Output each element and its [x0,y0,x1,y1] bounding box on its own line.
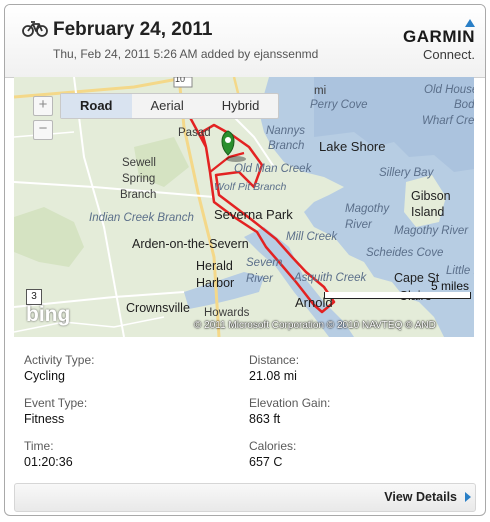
event-type-label: Event Type: [24,396,88,410]
map-label-wharf-creek: Wharf Creek [422,115,474,127]
activity-card: February 24, 2011 Thu, Feb 24, 2011 5:26… [4,4,486,516]
map-label-magothy-river: Magothy River [394,225,469,237]
garmin-triangle-icon [465,19,475,27]
map-label-branch: Branch [120,189,157,201]
card-footer: View Details [14,483,476,512]
map-label-river-2: River [345,219,372,231]
time-label: Time: [24,439,54,453]
map-view-tabs: Road Aerial Hybrid [60,93,280,119]
activity-stats: Activity Type: Cycling Event Type: Fitne… [5,343,485,483]
map-label-river: River [246,273,273,285]
logo-brand: GARMIN [403,27,475,46]
map-label-magothy: Magothy [345,203,390,215]
elevation-gain-value: 863 ft [249,412,281,426]
bicycle-icon [22,21,48,37]
time-value: 01:20:36 [24,455,73,469]
map-label-mi: mi [314,85,327,97]
distance-label: Distance: [249,353,300,367]
map-label-severn: Severn [246,257,283,269]
tab-aerial[interactable]: Aerial [132,94,203,118]
map-label-perry-cove: Perry Cove [310,99,368,111]
tab-road[interactable]: Road [61,94,132,118]
distance-value: 21.08 mi [249,369,297,383]
route-number-label: 10 [175,77,186,84]
map-label-old-man-creek: Old Man Creek [234,163,312,175]
map-label-wolf-pit: Wolf Pit Branch [214,181,287,193]
elevation-gain-label: Elevation Gain: [249,396,331,410]
map-label-asquith-creek: Asquith Creek [294,272,367,284]
map-label-branch-2: Branch [268,140,305,152]
calories-value: 657 C [249,455,283,469]
map-label-lake-shore: Lake Shore [319,139,386,154]
map-label-spring: Spring [122,173,156,185]
map-label-bodkin: Bodkin [454,99,474,111]
map-label-arden: Arden-on-the-Severn [132,237,249,251]
zoom-out-button[interactable]: − [33,120,53,140]
tab-hybrid[interactable]: Hybrid [203,94,279,118]
map-label-island: Island [411,205,445,219]
map-label-little-m: Little M [446,265,474,277]
map-label-sillery-bay: Sillery Bay [379,167,434,179]
map-label-crownsville: Crownsville [126,301,190,315]
chevron-right-icon[interactable] [465,492,471,502]
map-label-harbor: Harbor [196,276,235,290]
map-copyright: © 2011 Microsoft Corporation © 2010 NAVT… [194,320,436,331]
garmin-connect-logo[interactable]: GARMIN Connect. [379,19,475,65]
map-label-pasadena: Pasad [178,127,211,139]
calories-label: Calories: [249,439,297,453]
map-label-mill-creek: Mill Creek [286,231,338,243]
scale-label: 5 miles [430,279,469,293]
card-header: February 24, 2011 Thu, Feb 24, 2011 5:26… [5,5,485,78]
map-label-severna-park: Severna Park [214,207,293,222]
map-label-scheides-cove: Scheides Cove [366,247,444,259]
scale-bar [324,292,471,299]
map-label-indian-creek: Indian Creek Branch [89,212,194,224]
activity-type-label: Activity Type: [24,353,95,367]
map-scale: 5 miles [324,279,471,299]
map-label-howards: Howards [204,307,250,319]
map-label-sewell: Sewell [122,157,156,169]
view-details-link[interactable]: View Details [384,490,457,504]
activity-subtitle: Thu, Feb 24, 2011 5:26 AM added by ejans… [53,47,319,61]
bing-logo[interactable]: bing [26,303,70,327]
map-label-old-house: Old House C [424,84,474,96]
logo-sub: Connect. [422,47,475,62]
route-map[interactable]: 10 Pasad Sewell Spring Branch Old Man Cr… [14,77,474,337]
map-label-gibson: Gibson [411,189,451,203]
map-label-herald: Herald [196,259,233,273]
zoom-in-button[interactable]: + [33,96,53,116]
map-label-nannys: Nannys [266,125,305,137]
activity-title[interactable]: February 24, 2011 [53,19,213,41]
event-type-value: Fitness [24,412,65,426]
activity-type-value: Cycling [24,369,65,383]
